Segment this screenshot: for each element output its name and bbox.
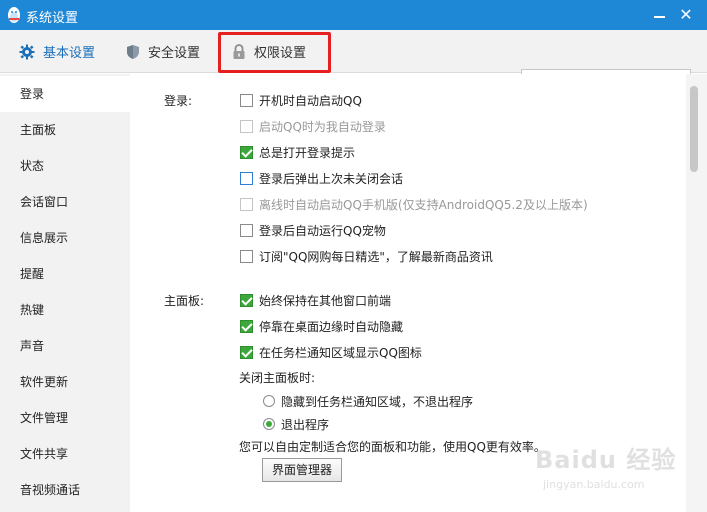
checkbox-checked[interactable] [240,345,253,359]
sidebar-item-chat-window[interactable]: 会话窗口 [0,184,130,220]
close-button[interactable]: ✕ [674,0,698,30]
settings-tab-bar: 基本设置 安全设置 权限设置 [0,30,707,93]
checkbox-checked[interactable] [240,293,253,307]
tab-basic-label: 基本设置 [43,46,96,61]
close-option-hide-to-tray[interactable]: 隐藏到任务栏通知区域，不退出程序 [263,392,473,410]
login-option-offline-mobile: 离线时自动启动QQ手机版(仅支持AndroidQQ5.2及以上版本) [240,195,588,213]
customize-hint: 您可以自由定制适合您的面板和功能，使用QQ更有效率。 [239,440,546,454]
close-panel-label: 关闭主面板时: [239,371,316,385]
checkbox-checked[interactable] [240,145,253,159]
login-option-restore-sessions[interactable]: 登录后弹出上次未关闭会话 [240,169,403,187]
sidebar-item-main-panel[interactable]: 主面板 [0,112,130,148]
settings-sidebar: 登录 主面板 状态 会话窗口 信息展示 提醒 热键 声音 软件更新 文件管理 文… [0,74,130,512]
minimize-button[interactable] [648,0,672,30]
radio-button[interactable] [263,395,275,407]
qq-penguin-icon [8,7,20,23]
close-icon: ✕ [679,5,693,24]
sidebar-item-status[interactable]: 状态 [0,148,130,184]
shield-icon [127,44,139,59]
scrollbar-thumb[interactable] [690,86,698,172]
checkbox[interactable] [240,223,253,237]
title-bar: 系统设置 ✕ [0,0,707,30]
sidebar-item-sound[interactable]: 声音 [0,328,130,364]
checkbox [240,197,253,211]
login-option-autologin: 启动QQ时为我自动登录 [240,117,386,135]
settings-content: 登录: 开机时自动启动QQ 启动QQ时为我自动登录 总是打开登录提示 登录后弹出… [130,74,686,512]
tab-security-label: 安全设置 [148,46,201,61]
sidebar-item-file-management[interactable]: 文件管理 [0,400,130,436]
close-option-exit[interactable]: 退出程序 [263,415,329,433]
lock-icon [233,43,245,59]
checkbox[interactable] [240,249,253,263]
sidebar-item-login[interactable]: 登录 [0,76,130,112]
content-scrollbar[interactable] [686,74,707,512]
sidebar-item-file-sharing[interactable]: 文件共享 [0,436,130,472]
checkbox[interactable] [240,93,253,107]
sidebar-item-av-call[interactable]: 音视频通话 [0,472,130,508]
login-section-label: 登录: [164,94,193,108]
minimize-icon [654,16,665,18]
tab-permission-label: 权限设置 [254,46,307,61]
main-panel-section-label: 主面板: [164,294,205,308]
sidebar-item-software-update[interactable]: 软件更新 [0,364,130,400]
panel-option-tray-icon[interactable]: 在任务栏通知区域显示QQ图标 [240,343,422,361]
login-option-subscribe[interactable]: 订阅"QQ网购每日精选"，了解最新商品资讯 [240,247,493,265]
sidebar-item-hotkey[interactable]: 热键 [0,292,130,328]
radio-button-selected[interactable] [263,418,275,430]
sidebar-item-reminder[interactable]: 提醒 [0,256,130,292]
checkbox [240,119,253,133]
sidebar-item-info-display[interactable]: 信息展示 [0,220,130,256]
checkbox[interactable] [240,171,253,185]
tab-permission-settings[interactable]: 权限设置 [232,30,306,73]
panel-option-always-on-top[interactable]: 始终保持在其他窗口前端 [240,291,391,309]
login-option-show-prompt[interactable]: 总是打开登录提示 [240,143,355,161]
tab-basic-settings[interactable]: 基本设置 [19,30,95,73]
tab-security-settings[interactable]: 安全设置 [126,30,200,73]
window-title: 系统设置 [26,11,79,26]
login-option-autostart[interactable]: 开机时自动启动QQ [240,91,362,109]
login-option-qq-pet[interactable]: 登录后自动运行QQ宠物 [240,221,386,239]
checkbox-checked[interactable] [240,319,253,333]
interface-manager-button[interactable]: 界面管理器 [262,458,342,482]
gear-icon [19,44,35,59]
panel-option-auto-hide[interactable]: 停靠在桌面边缘时自动隐藏 [240,317,403,335]
